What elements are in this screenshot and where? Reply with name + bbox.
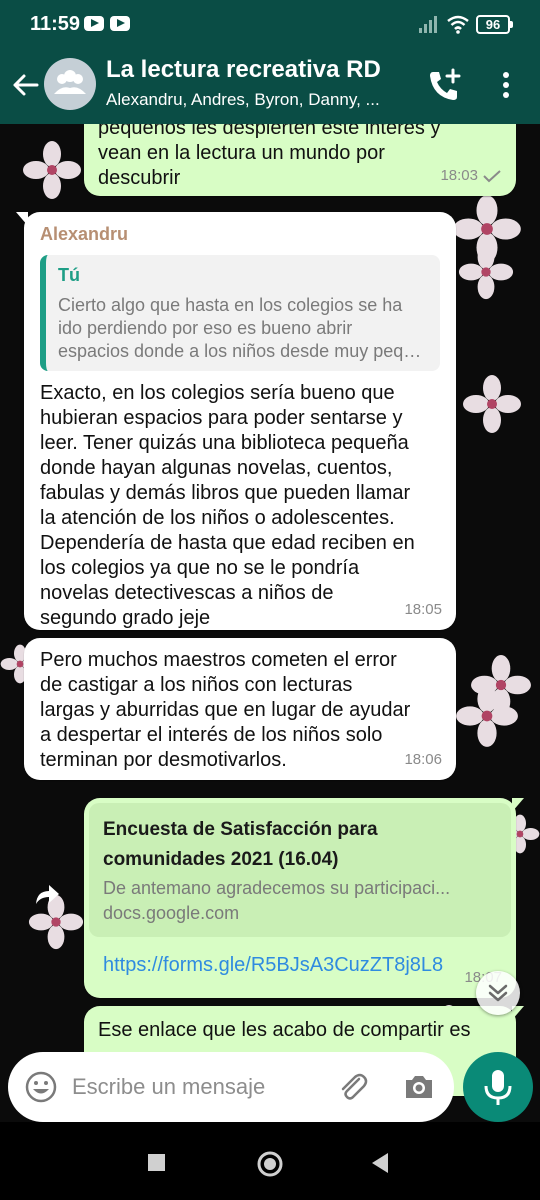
message-text: Exacto, en los colegios sería bueno que … [40,382,415,629]
double-chevron-down-icon [488,984,508,1002]
youtube-notification-icon [84,16,104,31]
link-domain: docs.google.com [103,903,240,923]
signal-icon [419,16,437,33]
outgoing-message[interactable]: pequeños les despierten este interés y v… [84,124,516,196]
link-preview-card[interactable]: Encuesta de Satisfacción para comunidade… [89,803,511,937]
wallpaper-flower [456,685,518,747]
back-arrow-icon[interactable] [10,70,40,100]
microphone-icon [484,1070,512,1105]
message-text: Ese enlace que les acabo de compartir es [98,1019,471,1041]
message-sender: Alexandru [40,224,129,244]
chat-header: La lectura recreativa RD Alexandru, Andr… [0,48,540,124]
youtube-notification-icon [110,16,130,31]
status-bar: 11:59 96 [0,0,540,48]
paperclip-icon[interactable] [336,1070,370,1104]
incoming-message[interactable]: Pero muchos maestros cometen el error de… [24,638,456,780]
read-check-icon [483,169,501,182]
message-text: Pero muchos maestros cometen el error de… [40,649,411,771]
nav-recents-icon[interactable] [146,1152,168,1174]
nav-home-icon[interactable] [256,1150,284,1178]
wifi-icon [447,15,469,34]
more-options-icon[interactable] [494,70,518,100]
group-title[interactable]: La lectura recreativa RD [106,56,381,84]
message-time: 18:03 [440,167,478,184]
incoming-message[interactable]: Alexandru Tú Cierto algo que hasta en lo… [16,212,456,630]
message-time: 18:05 [404,601,442,618]
reply-quote[interactable]: Tú Cierto algo que hasta en los colegios… [40,255,440,371]
emoji-icon[interactable] [24,1070,58,1104]
message-meta: 18:06 [404,747,442,772]
status-time: 11:59 [30,13,81,35]
message-input[interactable] [72,1066,322,1108]
link-description: De antemano agradecemos su participaci..… [103,878,451,898]
message-meta: 18:05 [404,597,442,622]
quote-author: Tú [58,265,80,285]
group-avatar[interactable] [44,58,96,110]
message-time: 18:06 [404,751,442,768]
chat-area[interactable]: pequeños les despierten este interés y v… [0,124,540,1180]
group-members[interactable]: Alexandru, Andres, Byron, Danny, ... [106,90,406,110]
add-call-icon[interactable] [425,67,463,105]
microphone-button[interactable] [463,1052,533,1122]
wallpaper-flower [463,375,521,433]
group-people-icon [54,70,86,94]
bubble-tail [16,212,28,226]
message-meta: 18:03 [440,163,502,188]
bubble-tail [512,798,524,812]
forward-icon[interactable] [32,879,62,909]
quote-text: Cierto algo que hasta en los colegios se… [58,295,422,361]
scroll-to-bottom-button[interactable] [476,971,520,1015]
link-url[interactable]: https://forms.gle/R5BJsA3CuzZT8j8L8 [103,953,511,978]
camera-icon[interactable] [402,1070,436,1104]
nav-back-icon[interactable] [368,1150,392,1176]
message-composer [8,1052,454,1122]
wallpaper-flower [458,244,514,300]
battery-indicator: 96 [476,15,513,34]
outgoing-message[interactable]: Encuesta de Satisfacción para comunidade… [84,798,524,998]
system-navigation-bar [0,1122,540,1200]
link-title: Encuesta de Satisfacción para comunidade… [103,819,378,870]
wallpaper-flower [23,141,81,199]
